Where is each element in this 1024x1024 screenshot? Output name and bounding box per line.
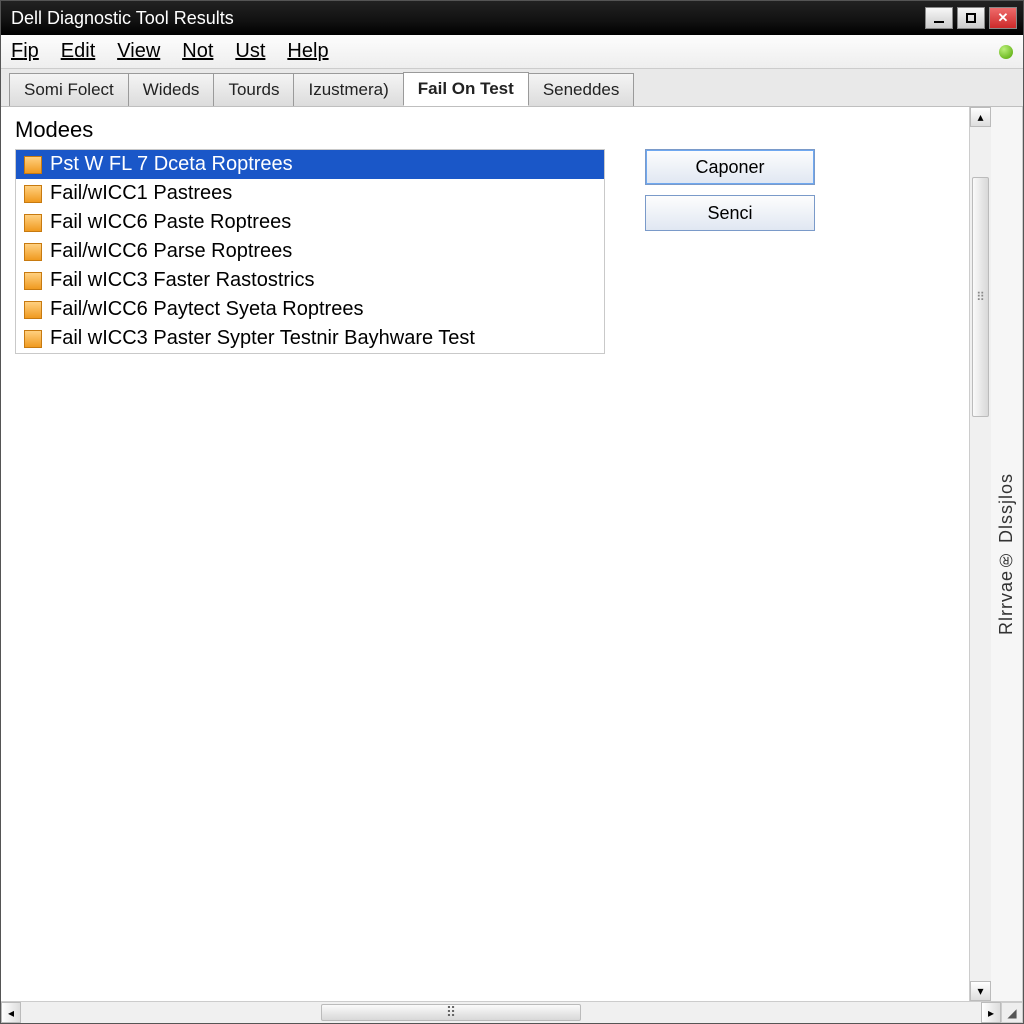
app-window: Dell Diagnostic Tool Results ✕ Fip Edit … [0, 0, 1024, 1024]
list-item-label: Fail/wICC1 Pastrees [50, 182, 232, 205]
tab-label: Tourds [228, 80, 279, 99]
menu-not[interactable]: Not [182, 40, 213, 63]
folder-icon [24, 272, 42, 290]
list-item-label: Pst W FL 7 Dceta Roptrees [50, 153, 293, 176]
scroll-down-button[interactable]: ▾ [970, 981, 991, 1001]
menu-label: Edit [61, 40, 95, 62]
resize-grip-icon[interactable]: ◢ [1001, 1002, 1023, 1023]
folder-icon [24, 330, 42, 348]
scroll-thumb[interactable] [972, 177, 989, 417]
section-title: Modees [15, 117, 955, 143]
list-item-label: Fail/wICC6 Parse Roptrees [50, 240, 292, 263]
tab-strip: Somi Folect Wideds Tourds Izustmera) Fai… [1, 69, 1023, 107]
window-controls: ✕ [925, 7, 1017, 29]
menu-ust[interactable]: Ust [235, 40, 265, 63]
caponer-button[interactable]: Caponer [645, 149, 815, 185]
senci-button[interactable]: Senci [645, 195, 815, 231]
folder-icon [24, 243, 42, 261]
tab-label: Fail On Test [418, 79, 514, 98]
side-panel-label: Rlrrvae® Dlssjlos [996, 473, 1017, 635]
close-button[interactable]: ✕ [989, 7, 1017, 29]
folder-icon [24, 185, 42, 203]
scroll-up-button[interactable]: ▴ [970, 107, 991, 127]
scroll-right-button[interactable]: ▸ [981, 1002, 1001, 1023]
side-panel-collapsed[interactable]: Rlrrvae® Dlssjlos [991, 107, 1023, 1001]
main-panel: Modees Pst W FL 7 Dceta Roptrees Fail/wI… [1, 107, 969, 1001]
tab-label: Seneddes [543, 80, 620, 99]
menu-help[interactable]: Help [287, 40, 328, 63]
content-row: Modees Pst W FL 7 Dceta Roptrees Fail/wI… [1, 107, 1023, 1001]
list-item[interactable]: Fail/wICC1 Pastrees [16, 179, 604, 208]
menu-fip[interactable]: Fip [11, 40, 39, 63]
list-item-label: Fail wICC3 Paster Sypter Testnir Bayhwar… [50, 327, 475, 350]
status-indicator-icon [999, 45, 1013, 59]
window-title: Dell Diagnostic Tool Results [11, 8, 925, 29]
list-item[interactable]: Fail wICC6 Paste Roptrees [16, 208, 604, 237]
tab-somi-folect[interactable]: Somi Folect [9, 73, 129, 106]
menu-view[interactable]: View [117, 40, 160, 63]
tab-fail-on-test[interactable]: Fail On Test [403, 72, 529, 106]
tab-izustmera[interactable]: Izustmera) [293, 73, 403, 106]
scroll-track[interactable] [970, 127, 991, 981]
list-item-label: Fail wICC3 Faster Rastostrics [50, 269, 315, 292]
tab-label: Somi Folect [24, 80, 114, 99]
maximize-button[interactable] [957, 7, 985, 29]
tab-wideds[interactable]: Wideds [128, 73, 215, 106]
folder-icon [24, 156, 42, 174]
folder-icon [24, 214, 42, 232]
tab-tourds[interactable]: Tourds [213, 73, 294, 106]
list-item[interactable]: Pst W FL 7 Dceta Roptrees [16, 150, 604, 179]
horizontal-scrollbar[interactable]: ◂ ⠿ ▸ ◢ [1, 1001, 1023, 1023]
modees-listbox[interactable]: Pst W FL 7 Dceta Roptrees Fail/wICC1 Pas… [15, 149, 605, 354]
menu-label: Ust [235, 40, 265, 62]
list-item[interactable]: Fail/wICC6 Parse Roptrees [16, 237, 604, 266]
vertical-scrollbar[interactable]: ▴ ▾ [969, 107, 991, 1001]
menu-label: Fip [11, 40, 39, 62]
list-item[interactable]: Fail/wICC6 Paytect Syeta Roptrees [16, 295, 604, 324]
list-item[interactable]: Fail wICC3 Faster Rastostrics [16, 266, 604, 295]
tab-label: Izustmera) [308, 80, 388, 99]
main-row: Pst W FL 7 Dceta Roptrees Fail/wICC1 Pas… [15, 149, 955, 354]
menu-edit[interactable]: Edit [61, 40, 95, 63]
hscroll-thumb[interactable]: ⠿ [321, 1004, 581, 1021]
tab-label: Wideds [143, 80, 200, 99]
list-item[interactable]: Fail wICC3 Paster Sypter Testnir Bayhwar… [16, 324, 604, 353]
menu-label: Help [287, 40, 328, 62]
menu-label: Not [182, 40, 213, 62]
scroll-left-button[interactable]: ◂ [1, 1002, 21, 1023]
menu-bar: Fip Edit View Not Ust Help [1, 35, 1023, 69]
tab-seneddes[interactable]: Seneddes [528, 73, 635, 106]
menu-label: View [117, 40, 160, 62]
list-item-label: Fail/wICC6 Paytect Syeta Roptrees [50, 298, 363, 321]
list-item-label: Fail wICC6 Paste Roptrees [50, 211, 291, 234]
window-title-text: Dell Diagnostic Tool Results [11, 8, 234, 29]
action-buttons: Caponer Senci [645, 149, 815, 231]
hscroll-track[interactable]: ⠿ [21, 1002, 981, 1023]
minimize-button[interactable] [925, 7, 953, 29]
title-bar: Dell Diagnostic Tool Results ✕ [1, 1, 1023, 35]
folder-icon [24, 301, 42, 319]
